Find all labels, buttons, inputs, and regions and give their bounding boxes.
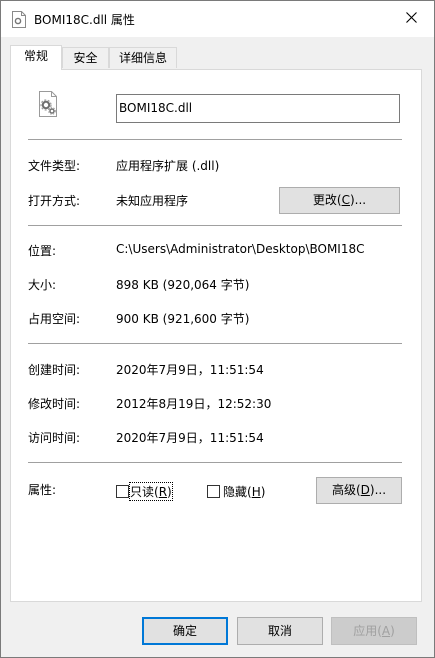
file-type-value: 应用程序扩展 (.dll) <box>116 159 220 173</box>
window-title: BOMI18C.dll 属性 <box>34 13 135 27</box>
apply-button-key: A <box>381 624 391 638</box>
separator <box>28 462 402 463</box>
opens-with-value: 未知应用程序 <box>116 194 189 208</box>
properties-window: BOMI18C.dll 属性 常规 安全 详细信息 BOMI18C.dll 文件… <box>0 0 435 658</box>
change-button[interactable]: 更改(C)... <box>279 187 400 214</box>
advanced-button-label: 高级( <box>331 483 361 497</box>
readonly-checkbox[interactable] <box>116 485 129 498</box>
size-on-disk-label: 占用空间: <box>28 312 81 326</box>
modified-value: 2012年8月19日，12:52:30 <box>116 397 272 411</box>
attributes-label: 属性: <box>28 483 57 497</box>
accessed-value: 2020年7月9日，11:51:54 <box>116 431 264 445</box>
change-button-suffix: )... <box>349 193 367 207</box>
ok-button[interactable]: 确定 <box>142 617 228 645</box>
hidden-label-text: 隐藏( <box>223 485 252 499</box>
separator <box>28 225 402 226</box>
readonly-label-key: R <box>158 485 168 499</box>
general-panel: BOMI18C.dll 文件类型: 应用程序扩展 (.dll) 打开方式: 未知… <box>10 69 422 602</box>
opens-with-label: 打开方式: <box>28 194 81 208</box>
hidden-checkbox[interactable] <box>207 485 220 498</box>
close-icon <box>405 12 417 26</box>
apply-button-suffix: ) <box>390 624 395 638</box>
close-button[interactable] <box>388 1 434 37</box>
apply-button[interactable]: 应用(A) <box>331 617 417 645</box>
dll-file-icon <box>12 11 26 28</box>
accessed-label: 访问时间: <box>28 431 81 445</box>
filename-field[interactable]: BOMI18C.dll <box>116 94 400 123</box>
hidden-label-suffix: ) <box>260 485 266 499</box>
size-on-disk-value: 900 KB (921,600 字节) <box>116 312 250 326</box>
change-button-label: 更改( <box>312 193 342 207</box>
apply-button-label: 应用( <box>353 624 382 638</box>
readonly-label-suffix: ) <box>167 485 172 499</box>
created-label: 创建时间: <box>28 363 81 377</box>
tab-general[interactable]: 常规 <box>10 45 62 70</box>
location-label: 位置: <box>28 244 57 258</box>
advanced-button-key: D <box>360 483 370 497</box>
size-value: 898 KB (920,064 字节) <box>116 278 250 292</box>
separator <box>28 139 402 140</box>
size-label: 大小: <box>28 278 57 292</box>
advanced-button[interactable]: 高级(D)... <box>316 477 402 504</box>
modified-label: 修改时间: <box>28 397 81 411</box>
file-type-label: 文件类型: <box>28 159 81 173</box>
hidden-label-key: H <box>251 485 261 499</box>
change-button-key: C <box>341 193 350 207</box>
title-bar[interactable]: BOMI18C.dll 属性 <box>1 1 434 37</box>
separator <box>28 343 402 344</box>
hidden-label[interactable]: 隐藏(H) <box>223 483 265 500</box>
location-value: C:\Users\Administrator\Desktop\BOMI18C <box>116 242 365 256</box>
readonly-label-text: 只读( <box>130 485 159 499</box>
dll-gear-file-icon <box>34 90 62 118</box>
readonly-label[interactable]: 只读(R) <box>129 482 173 501</box>
cancel-button[interactable]: 取消 <box>237 617 323 645</box>
tab-security[interactable]: 安全 <box>62 47 109 68</box>
created-value: 2020年7月9日，11:51:54 <box>116 363 264 377</box>
advanced-button-suffix: )... <box>369 483 387 497</box>
tab-details[interactable]: 详细信息 <box>109 47 177 68</box>
